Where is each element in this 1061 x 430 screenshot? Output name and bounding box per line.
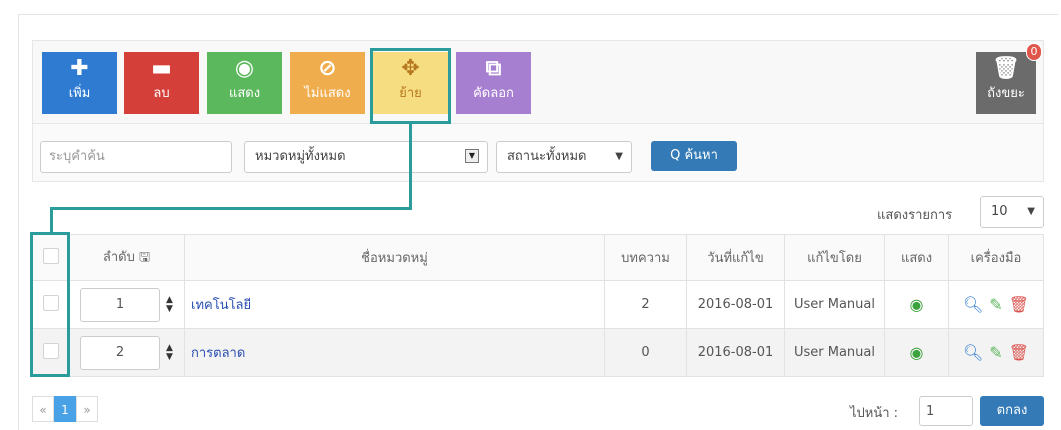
caret-down-icon[interactable]: ▼ xyxy=(166,304,173,314)
order-stepper[interactable]: ▲ ▼ xyxy=(166,343,173,362)
header-name: ชื่อหมวดหมู่ xyxy=(184,234,605,281)
copy-label: คัดลอก xyxy=(473,86,514,101)
status-select[interactable]: สถานะทั้งหมด ▼ xyxy=(496,141,632,173)
display-cell: ◉ xyxy=(884,280,949,329)
trash-label: ถังขยะ xyxy=(987,86,1025,101)
header-order: ลำดับ 🖫 xyxy=(68,234,185,281)
copy-icon: ⧉ xyxy=(485,56,502,81)
category-select-value: หมวดหมู่ทั้งหมด xyxy=(255,149,346,164)
order-input[interactable]: 2 xyxy=(80,335,161,370)
delete-label: ลบ xyxy=(153,86,170,101)
trash-icon[interactable]: 🗑︎ xyxy=(1009,295,1029,314)
header-modified: วันที่แก้ไข xyxy=(686,234,785,281)
dropdown-icon: ▼ xyxy=(465,149,479,163)
plus-icon: ✚ xyxy=(70,56,89,81)
highlight-connector-vertical xyxy=(409,124,412,210)
perpage-label: แสดงรายการ xyxy=(877,208,953,223)
tools-cell: 🔍︎ ✎ 🗑︎ xyxy=(948,280,1044,329)
goto-ok-button[interactable]: ตกลง xyxy=(980,396,1044,426)
delete-button[interactable]: ▬ ลบ xyxy=(124,52,199,114)
search-icon[interactable]: 🔍︎ xyxy=(963,343,983,362)
keyword-input[interactable]: ระบุคำค้น xyxy=(40,141,232,173)
eye-icon[interactable]: ◉ xyxy=(910,295,924,314)
show-label: แสดง xyxy=(228,86,261,101)
goto-label: ไปหน้า : xyxy=(850,406,899,421)
trash-icon[interactable]: 🗑︎ xyxy=(1009,343,1029,362)
trash-button[interactable]: 0 🗑 ถังขยะ xyxy=(976,43,1042,114)
chevron-down-icon: ▼ xyxy=(615,151,623,162)
eye-slash-icon: ⊘ xyxy=(318,56,337,81)
articles-count: 2 xyxy=(604,280,687,329)
perpage-select[interactable]: 10 ▼ xyxy=(980,196,1044,228)
checkbox-column-highlight-box xyxy=(30,232,70,377)
prev-page-button[interactable]: « xyxy=(32,396,54,422)
highlight-connector-drop xyxy=(50,207,53,235)
caret-down-icon[interactable]: ▼ xyxy=(166,352,173,362)
tools-cell: 🔍︎ ✎ 🗑︎ xyxy=(948,328,1044,377)
modified-date: 2016-08-01 xyxy=(686,328,785,377)
category-name-link[interactable]: เทคโนโลยี xyxy=(184,280,605,329)
perpage-value: 10 xyxy=(991,204,1008,219)
chevron-down-icon: ▼ xyxy=(1027,206,1035,217)
order-cell: 2 ▲ ▼ xyxy=(68,328,185,377)
articles-count: 0 xyxy=(604,328,687,377)
move-highlight-box xyxy=(370,48,451,124)
order-stepper[interactable]: ▲ ▼ xyxy=(166,295,173,314)
display-cell: ◉ xyxy=(884,328,949,377)
header-editor: แก้ไขโดย xyxy=(784,234,885,281)
show-button[interactable]: ◉ แสดง xyxy=(207,52,282,114)
header-tools: เครื่องมือ xyxy=(948,234,1044,281)
hide-button[interactable]: ⊘ ไม่แสดง xyxy=(290,52,365,114)
minus-icon: ▬ xyxy=(151,56,172,81)
hide-label: ไม่แสดง xyxy=(304,86,351,101)
page-1-button[interactable]: 1 xyxy=(54,396,76,422)
eye-icon[interactable]: ◉ xyxy=(910,343,924,362)
search-icon[interactable]: 🔍︎ xyxy=(963,295,983,314)
order-input[interactable]: 1 xyxy=(80,287,161,322)
table-row: 1 ▲ ▼ เทคโนโลยี 2 2016-08-01 User Manual … xyxy=(32,280,1044,329)
highlight-connector-horizontal xyxy=(50,207,412,210)
order-cell: 1 ▲ ▼ xyxy=(68,280,185,329)
status-select-value: สถานะทั้งหมด xyxy=(507,149,587,164)
pencil-icon[interactable]: ✎ xyxy=(989,343,1002,362)
modified-date: 2016-08-01 xyxy=(686,280,785,329)
eye-icon: ◉ xyxy=(234,56,255,81)
search-button[interactable]: Q ค้นหา xyxy=(651,141,737,171)
add-label: เพิ่ม xyxy=(68,86,91,101)
pencil-icon[interactable]: ✎ xyxy=(989,295,1002,314)
header-articles: บทความ xyxy=(604,234,687,281)
copy-button[interactable]: ⧉ คัดลอก xyxy=(456,52,531,114)
table-row: 2 ▲ ▼ การตลาด 0 2016-08-01 User Manual ◉ … xyxy=(32,328,1044,377)
category-select[interactable]: หมวดหมู่ทั้งหมด ▼ xyxy=(244,141,488,173)
editor-name: User Manual xyxy=(784,280,885,329)
header-display: แสดง xyxy=(884,234,949,281)
next-page-button[interactable]: » xyxy=(76,396,98,422)
category-name-link[interactable]: การตลาด xyxy=(184,328,605,377)
editor-name: User Manual xyxy=(784,328,885,377)
category-table: ลำดับ 🖫 ชื่อหมวดหมู่ บทความ วันที่แก้ไข … xyxy=(32,234,1044,377)
add-button[interactable]: ✚ เพิ่ม xyxy=(42,52,117,114)
trash-count-badge: 0 xyxy=(1026,43,1042,61)
pagination: « 1 » xyxy=(32,396,98,422)
goto-page-input[interactable]: 1 xyxy=(919,396,973,426)
